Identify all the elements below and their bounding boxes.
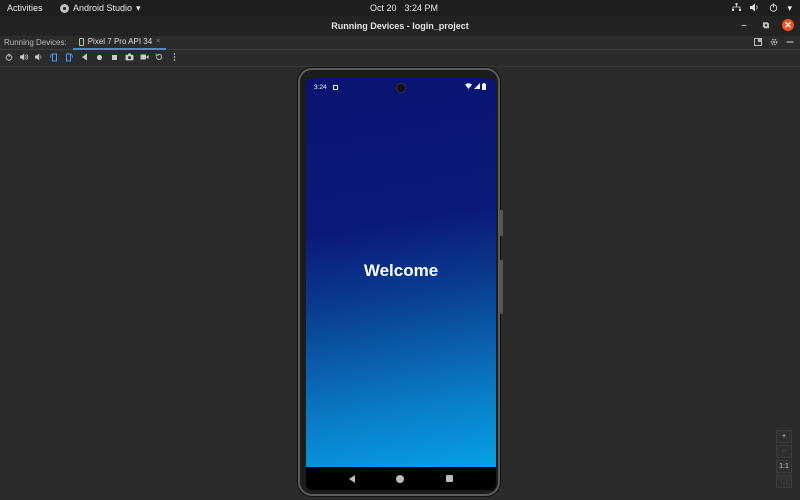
settings-gear-icon[interactable] bbox=[770, 38, 778, 48]
zoom-in-button[interactable]: + bbox=[776, 430, 792, 443]
app-menu-label: Android Studio bbox=[73, 3, 133, 13]
network-icon bbox=[732, 2, 742, 14]
welcome-heading: Welcome bbox=[363, 261, 439, 280]
restore-button[interactable]: ⧉ bbox=[760, 19, 772, 31]
window-title: Running Devices - login_project bbox=[331, 21, 469, 31]
phone-icon bbox=[78, 37, 84, 46]
zoom-out-button[interactable]: − bbox=[776, 445, 792, 458]
actual-size-button[interactable]: 1:1 bbox=[776, 460, 792, 473]
clock-date: Oct 20 bbox=[370, 3, 397, 13]
back-icon[interactable] bbox=[79, 53, 89, 65]
android-studio-icon bbox=[60, 3, 69, 13]
wifi-icon bbox=[465, 83, 472, 91]
screenshot-icon[interactable] bbox=[124, 53, 134, 65]
panel-actions bbox=[754, 37, 794, 48]
running-devices-tabstrip: Running Devices: Pixel 7 Pro API 34 × bbox=[0, 36, 800, 50]
cell-signal-icon bbox=[474, 83, 480, 91]
device-power-button bbox=[500, 210, 503, 236]
overview-icon[interactable] bbox=[109, 53, 119, 65]
rotate-left-icon[interactable] bbox=[49, 53, 59, 65]
tab-pixel-7-pro[interactable]: Pixel 7 Pro API 34 × bbox=[72, 36, 167, 50]
clock-time: 3:24 PM bbox=[404, 3, 439, 13]
window-title-bar: Running Devices - login_project – ⧉ ✕ bbox=[0, 16, 800, 36]
new-tab-icon[interactable] bbox=[754, 37, 762, 48]
volume-up-icon[interactable] bbox=[19, 53, 29, 65]
system-top-bar: Activities Android Studio ▾ Oct 20 3:24 … bbox=[0, 0, 800, 16]
fit-screen-button[interactable]: ⬚ bbox=[776, 475, 792, 488]
tab-label: Pixel 7 Pro API 34 bbox=[87, 37, 153, 46]
device-frame: 3:24 Welcome bbox=[298, 68, 503, 496]
app-menu[interactable]: Android Studio ▾ bbox=[60, 3, 141, 14]
minimize-button[interactable]: – bbox=[738, 19, 750, 31]
chevron-down-icon: ▾ bbox=[787, 2, 792, 13]
system-tray[interactable]: ▾ bbox=[732, 2, 792, 14]
power-icon bbox=[769, 3, 778, 14]
rotate-right-icon[interactable] bbox=[64, 53, 74, 65]
tab-close-icon[interactable]: × bbox=[156, 38, 160, 45]
device-screen[interactable]: 3:24 Welcome bbox=[306, 78, 496, 490]
screen-record-icon[interactable] bbox=[139, 53, 149, 65]
front-camera bbox=[396, 83, 406, 93]
device-toolbar bbox=[0, 51, 800, 67]
running-devices-label: Running Devices: bbox=[4, 38, 67, 47]
device-volume-rocker bbox=[500, 260, 503, 314]
app-background: 3:24 Welcome bbox=[306, 78, 496, 467]
nav-back-icon[interactable] bbox=[348, 474, 355, 483]
more-icon[interactable] bbox=[169, 52, 179, 65]
home-icon[interactable] bbox=[94, 53, 104, 65]
activities-button[interactable]: Activities bbox=[0, 3, 52, 13]
nav-recents-icon[interactable] bbox=[446, 475, 454, 482]
close-button[interactable]: ✕ bbox=[782, 19, 794, 31]
battery-icon bbox=[482, 82, 486, 92]
volume-icon bbox=[750, 3, 760, 14]
status-time: 3:24 bbox=[314, 83, 327, 91]
android-nav-bar bbox=[306, 467, 496, 490]
chevron-down-icon: ▾ bbox=[136, 2, 141, 13]
reset-icon[interactable] bbox=[154, 53, 164, 65]
window-controls: – ⧉ ✕ bbox=[738, 19, 794, 31]
nav-home-icon[interactable] bbox=[396, 474, 405, 483]
zoom-controls: + − 1:1 ⬚ bbox=[776, 430, 792, 488]
notification-icon bbox=[332, 84, 338, 90]
status-icons bbox=[465, 82, 486, 92]
clock[interactable]: Oct 20 3:24 PM bbox=[370, 3, 438, 13]
volume-down-icon[interactable] bbox=[34, 53, 44, 65]
power-icon[interactable] bbox=[4, 53, 14, 65]
hide-panel-icon[interactable] bbox=[786, 38, 794, 48]
